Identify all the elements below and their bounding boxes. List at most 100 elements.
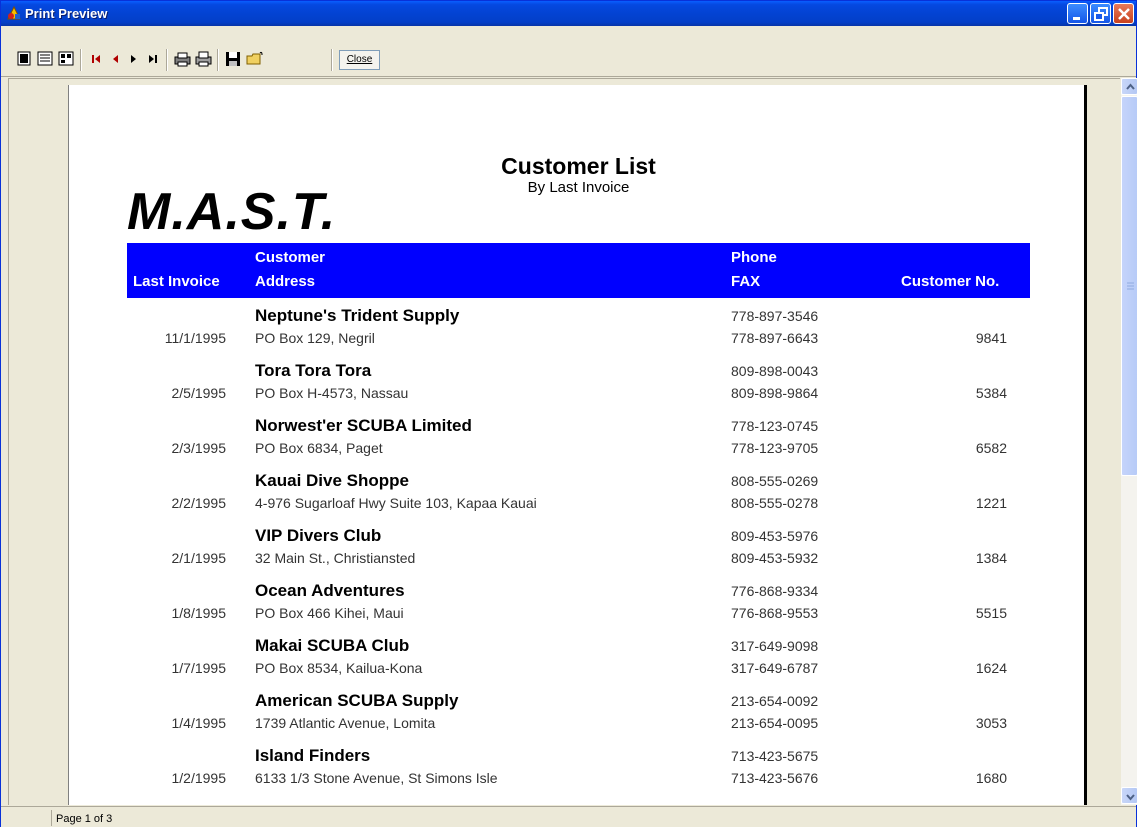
- customer-phone: 778-123-0745: [731, 418, 819, 434]
- customer-number: 6582: [975, 440, 1007, 456]
- customer-fax: 809-453-5932: [731, 550, 819, 566]
- next-page-icon: [131, 55, 136, 63]
- table-row: Ocean Adventures 1/8/1995 PO Box 466 Kih…: [127, 581, 1030, 636]
- customer-fax: 778-123-9705: [731, 440, 819, 456]
- customer-address: 6133 1/3 Stone Avenue, St Simons Isle: [255, 770, 498, 786]
- close-icon: [1118, 8, 1130, 20]
- save-icon: [226, 52, 240, 66]
- customer-address: PO Box 8534, Kailua-Kona: [255, 660, 423, 676]
- customer-name: VIP Divers Club: [255, 526, 382, 545]
- customer-name: Island Finders: [255, 746, 371, 765]
- customer-number: 3053: [975, 715, 1007, 731]
- vertical-scrollbar[interactable]: [1121, 78, 1137, 805]
- header-fax: FAX: [731, 273, 761, 290]
- customer-number: 1221: [975, 495, 1007, 511]
- chevron-down-icon: [1126, 794, 1135, 801]
- table-row: American SCUBA Supply 1/4/1995 1739 Atla…: [127, 691, 1030, 746]
- open-button[interactable]: [245, 50, 264, 68]
- close-window-button[interactable]: [1113, 3, 1134, 24]
- header-last-invoice: Last Invoice: [133, 273, 220, 290]
- app-icon: [6, 5, 22, 21]
- one-page-icon: [17, 51, 31, 66]
- customer-address: PO Box H-4573, Nassau: [255, 385, 409, 401]
- customer-phone: 776-868-9334: [731, 583, 819, 599]
- table-row: Tora Tora Tora 2/5/1995 PO Box H-4573, N…: [127, 361, 1030, 416]
- customer-phone: 213-654-0092: [731, 693, 819, 709]
- print-icon: [195, 51, 212, 67]
- customer-phone: 809-898-0043: [731, 363, 819, 379]
- customer-address: 1739 Atlantic Avenue, Lomita: [255, 715, 436, 731]
- one-page-button[interactable]: [15, 50, 34, 68]
- preview-area[interactable]: Customer List By Last Invoice M.A.S.T. L…: [8, 78, 1120, 805]
- customer-address: PO Box 466 Kihei, Maui: [255, 605, 404, 621]
- customer-number: 9841: [975, 330, 1007, 346]
- prev-page-icon: [113, 55, 118, 63]
- customer-name: Norwest'er SCUBA Limited: [255, 416, 472, 435]
- scroll-up-button[interactable]: [1121, 78, 1137, 95]
- customer-phone: 809-453-5976: [731, 528, 819, 544]
- two-pages-button[interactable]: [36, 50, 55, 68]
- table-row: VIP Divers Club 2/1/1995 32 Main St., Ch…: [127, 526, 1030, 581]
- last-page-button[interactable]: [143, 50, 162, 68]
- save-button[interactable]: [224, 50, 243, 68]
- toolbar-separator: [80, 49, 82, 71]
- header-customer-no: Customer No.: [901, 273, 1000, 290]
- prev-page-button[interactable]: [106, 50, 125, 68]
- customer-name: Kauai Dive Shoppe: [255, 471, 409, 490]
- company-logo: M.A.S.T.: [127, 183, 337, 241]
- next-page-button[interactable]: [124, 50, 143, 68]
- last-invoice-date: 11/1/1995: [164, 330, 226, 346]
- report-page: Customer List By Last Invoice M.A.S.T. L…: [68, 85, 1087, 805]
- last-invoice-date: 2/1/1995: [171, 550, 227, 566]
- customer-fax: 809-898-9864: [731, 385, 819, 401]
- toolbar-separator: [166, 49, 168, 71]
- preview-toolbar: Close: [1, 26, 1136, 77]
- last-invoice-date: 2/5/1995: [171, 385, 227, 401]
- customer-fax: 317-649-6787: [731, 660, 819, 676]
- four-pages-icon: [58, 51, 74, 66]
- customer-name: Ocean Adventures: [255, 581, 405, 600]
- title-bar[interactable]: Print Preview: [1, 1, 1136, 26]
- toolbar-separator: [331, 49, 333, 71]
- close-preview-button[interactable]: Close: [339, 50, 380, 70]
- customer-name: Tora Tora Tora: [255, 361, 372, 380]
- first-page-icon: [92, 55, 100, 63]
- first-page-button[interactable]: [87, 50, 106, 68]
- column-header-bar: Last Invoice Customer Address Phone FAX …: [127, 243, 1030, 298]
- header-phone: Phone: [731, 249, 777, 266]
- minimize-button[interactable]: [1067, 3, 1088, 24]
- customer-fax: 778-897-6643: [731, 330, 819, 346]
- customer-name: Neptune's Trident Supply: [255, 306, 460, 325]
- last-invoice-date: 2/2/1995: [171, 495, 227, 511]
- print-setup-button[interactable]: [173, 50, 192, 68]
- customer-number: 1624: [975, 660, 1007, 676]
- customer-address: 4-976 Sugarloaf Hwy Suite 103, Kapaa Kau…: [255, 495, 537, 511]
- print-preview-window: Print Preview Close Customer List By Las…: [0, 0, 1137, 827]
- restore-button[interactable]: [1090, 3, 1111, 24]
- customer-name: Makai SCUBA Club: [255, 636, 410, 655]
- customer-number: 5515: [975, 605, 1007, 621]
- last-invoice-date: 1/2/1995: [171, 770, 227, 786]
- table-row: Kauai Dive Shoppe 2/2/1995 4-976 Sugarlo…: [127, 471, 1030, 526]
- report-title: Customer List: [501, 153, 656, 179]
- last-invoice-date: 1/7/1995: [171, 660, 227, 676]
- four-pages-button[interactable]: [57, 50, 76, 68]
- customer-number: 1384: [975, 550, 1007, 566]
- print-setup-icon: [174, 52, 191, 67]
- scroll-down-button[interactable]: [1121, 787, 1137, 804]
- status-divider: [51, 810, 52, 826]
- customer-address: PO Box 6834, Paget: [255, 440, 383, 456]
- header-customer: Customer: [255, 249, 326, 266]
- customer-address: 32 Main St., Christiansted: [255, 550, 416, 566]
- scrollbar-thumb[interactable]: [1121, 96, 1137, 476]
- table-row: Neptune's Trident Supply 11/1/1995 PO Bo…: [127, 306, 1030, 361]
- last-page-icon: [149, 55, 157, 63]
- last-invoice-date: 2/3/1995: [171, 440, 227, 456]
- last-invoice-date: 1/8/1995: [171, 605, 227, 621]
- customer-phone: 808-555-0269: [731, 473, 819, 489]
- customer-number: 1680: [975, 770, 1007, 786]
- customer-address: PO Box 129, Negril: [255, 330, 375, 346]
- customer-fax: 808-555-0278: [731, 495, 819, 511]
- print-button[interactable]: [194, 50, 213, 68]
- two-pages-icon: [37, 51, 53, 66]
